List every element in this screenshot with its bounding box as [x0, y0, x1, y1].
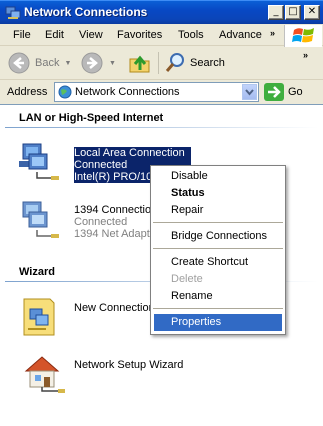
window-title: Network Connections — [24, 5, 148, 19]
address-dropdown-button[interactable] — [242, 84, 257, 100]
network-connections-icon — [5, 6, 21, 19]
context-menu: Disable Status Repair Bridge Connections… — [150, 165, 286, 335]
1394-connection-label[interactable]: 1394 Connection Connected 1394 Net Adapt — [74, 204, 157, 240]
address-label: Address — [7, 86, 48, 98]
ctx-create-shortcut[interactable]: Create Shortcut — [154, 254, 282, 271]
ctx-repair[interactable]: Repair — [154, 202, 282, 219]
1394-connection-device: 1394 Net Adapt — [74, 228, 150, 240]
search-button[interactable]: Search — [164, 52, 225, 74]
windows-logo — [284, 25, 322, 47]
windows-flag-icon — [292, 28, 314, 43]
address-field[interactable]: Network Connections — [54, 82, 259, 102]
1394-connection-name: 1394 Connection — [74, 204, 158, 216]
go-label: Go — [288, 86, 303, 98]
menu-overflow-chevron[interactable]: » — [270, 28, 275, 38]
back-arrow-icon — [8, 52, 30, 74]
address-value: Network Connections — [75, 86, 180, 98]
ctx-separator — [153, 222, 283, 223]
back-label: Back — [35, 57, 60, 69]
menu-file[interactable]: File — [13, 29, 31, 41]
search-icon — [165, 53, 184, 72]
back-button[interactable]: Back ▼ — [8, 52, 71, 74]
menu-tools[interactable]: Tools — [178, 29, 204, 41]
menu-favorites[interactable]: Favorites — [117, 29, 162, 41]
maximize-button[interactable]: □ — [285, 5, 301, 20]
network-setup-wizard-label[interactable]: Network Setup Wizard — [74, 359, 183, 371]
ctx-bridge-connections[interactable]: Bridge Connections — [154, 228, 282, 245]
1394-connection-status: Connected — [74, 216, 128, 228]
go-button[interactable]: Go — [264, 83, 303, 101]
menu-bar: File Edit View Favorites Tools Advance » — [0, 24, 323, 46]
title-bar[interactable]: Network Connections _ □ ✕ — [0, 0, 323, 24]
network-globe-icon — [58, 85, 72, 99]
up-folder-button[interactable] — [128, 51, 152, 75]
network-setup-wizard-icon[interactable] — [22, 351, 66, 395]
toolbar-separator — [158, 52, 159, 74]
forward-button[interactable]: ▼ — [81, 52, 116, 74]
minimize-button[interactable]: _ — [268, 5, 284, 20]
standard-toolbar: Back ▼ ▼ Search » — [0, 47, 323, 80]
new-connection-wizard-icon[interactable] — [20, 295, 64, 339]
ctx-properties[interactable]: Properties — [154, 314, 282, 331]
menu-advanced[interactable]: Advance — [219, 29, 262, 41]
chevron-down-icon — [245, 89, 254, 96]
ctx-delete: Delete — [171, 273, 203, 285]
back-dropdown-icon[interactable]: ▼ — [64, 60, 71, 67]
close-button[interactable]: ✕ — [304, 5, 320, 20]
group-divider — [5, 127, 318, 128]
new-connection-wizard-name: New Connection — [74, 302, 155, 314]
ctx-separator — [153, 308, 283, 309]
forward-dropdown-icon[interactable]: ▼ — [109, 60, 116, 67]
new-connection-wizard-label[interactable]: New Connection — [74, 302, 155, 314]
ctx-rename[interactable]: Rename — [154, 288, 282, 305]
1394-connection-icon[interactable] — [17, 200, 61, 244]
lan-connection-icon[interactable] — [17, 142, 61, 186]
forward-arrow-icon — [81, 52, 103, 74]
ctx-separator — [153, 248, 283, 249]
ctx-status[interactable]: Status — [154, 185, 282, 202]
lan-connection-name: Local Area Connection — [74, 147, 185, 159]
group-heading-lan: LAN or High-Speed Internet — [19, 112, 164, 124]
ctx-disable[interactable]: Disable — [154, 168, 282, 185]
network-setup-wizard-name: Network Setup Wizard — [74, 359, 184, 371]
group-heading-wizard: Wizard — [19, 266, 55, 278]
toolbar-overflow-chevron[interactable]: » — [303, 50, 308, 60]
menu-view[interactable]: View — [79, 29, 103, 41]
up-folder-icon — [129, 55, 150, 73]
menu-edit[interactable]: Edit — [45, 29, 64, 41]
address-bar: Address Network Connections Go — [0, 81, 323, 103]
search-label: Search — [190, 57, 225, 69]
go-arrow-icon — [264, 83, 284, 101]
